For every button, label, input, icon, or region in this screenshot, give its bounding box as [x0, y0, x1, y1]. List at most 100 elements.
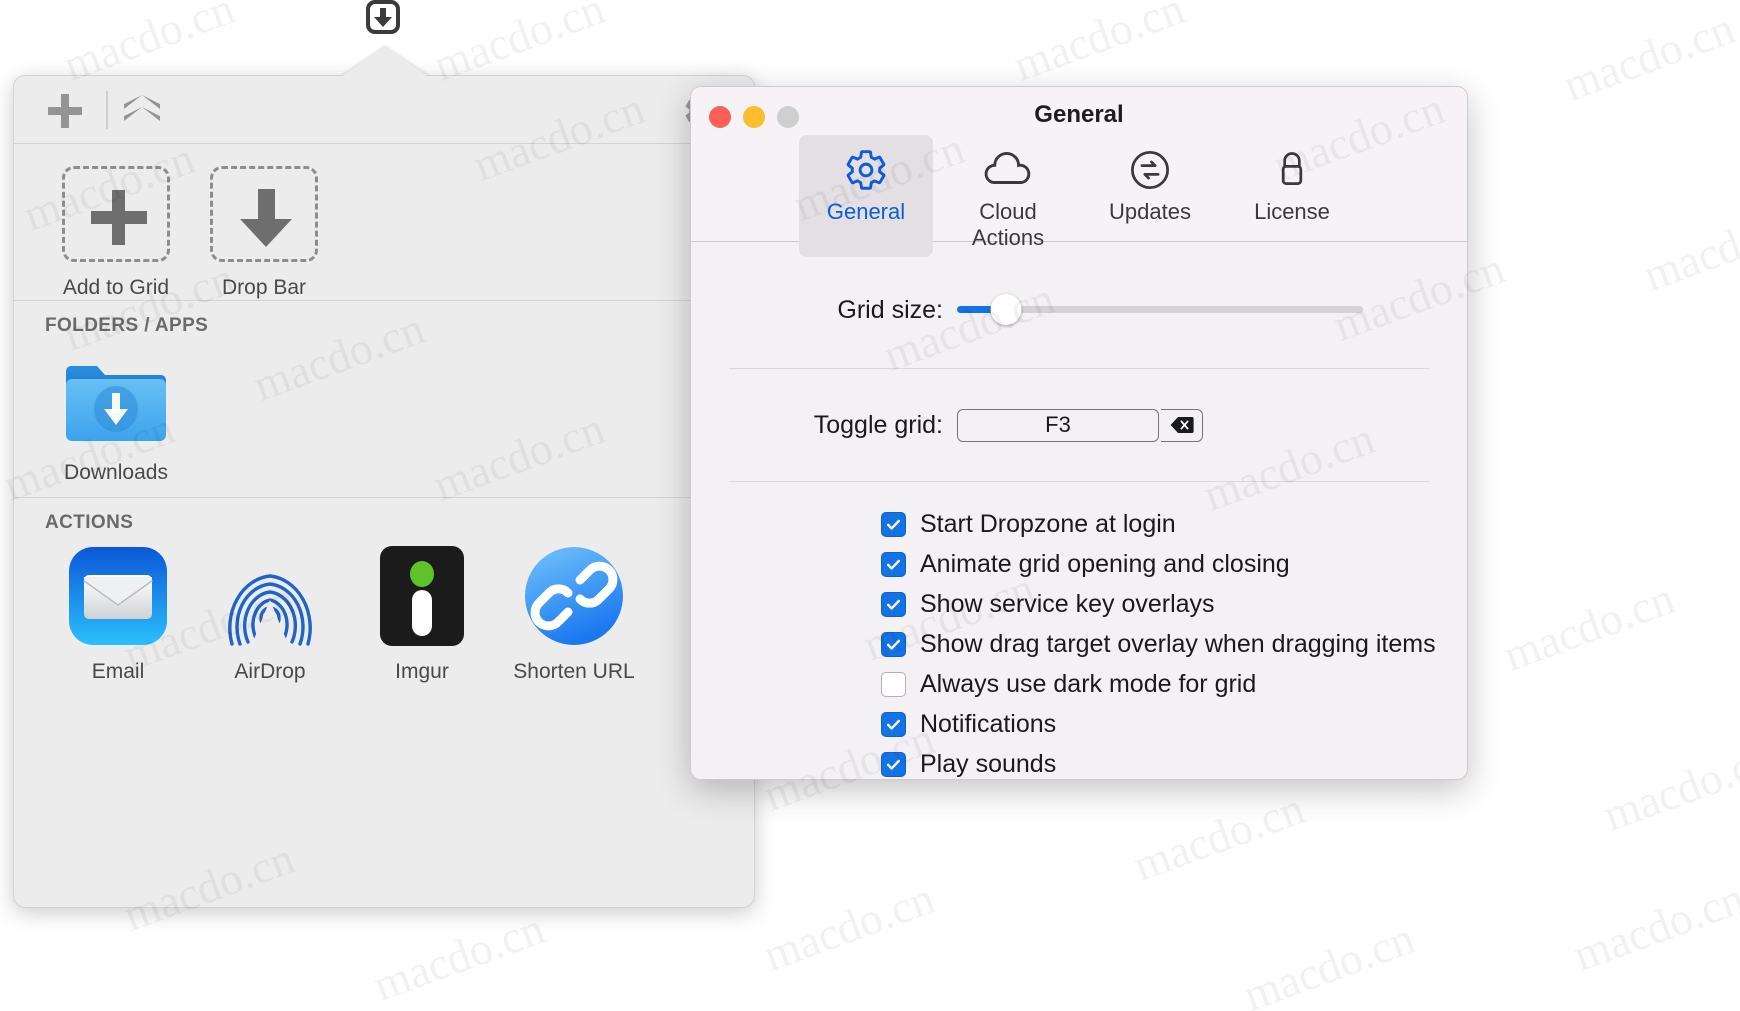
- action-item-label: AirDrop: [234, 660, 306, 683]
- watermark: macdo.cn: [1566, 872, 1740, 981]
- arrow-head: [240, 219, 292, 247]
- toggle-grid-row: Toggle grid: F3: [691, 369, 1467, 481]
- action-item-email[interactable]: Email: [42, 538, 194, 684]
- popover-toolbar: [14, 76, 754, 144]
- checkbox-row[interactable]: Show service key overlays: [881, 584, 1467, 624]
- action-item-shorten-url[interactable]: Shorten URL: [498, 538, 650, 684]
- backspace-icon: [1170, 417, 1194, 433]
- clear-shortcut-button[interactable]: [1161, 408, 1203, 442]
- checkbox-checked[interactable]: [881, 591, 906, 617]
- tab-cloud-actions[interactable]: Cloud Actions: [941, 135, 1075, 257]
- mail-envelope-icon: [66, 544, 170, 648]
- window-titlebar: General General Cloud Actions Updates Li…: [691, 87, 1467, 257]
- tab-label: Updates: [1109, 199, 1191, 224]
- shortcut-input[interactable]: F3: [957, 408, 1159, 442]
- arrow-stem: [258, 189, 275, 223]
- action-item-label: Shorten URL: [513, 660, 635, 683]
- checkmark-icon: [886, 599, 901, 610]
- checkbox-row[interactable]: Play sounds: [881, 744, 1467, 779]
- actions-section: ACTIONS Email AirDrop Imgur Shorten URL: [14, 498, 754, 684]
- refresh-circle-icon: [1083, 143, 1217, 197]
- preferences-body: Grid size: Toggle grid: F3 Start Dropzon…: [691, 242, 1467, 779]
- page-title: General: [1034, 101, 1124, 128]
- slider-thumb[interactable]: [990, 294, 1022, 325]
- checkbox-checked[interactable]: [881, 751, 906, 777]
- action-item-imgur[interactable]: Imgur: [346, 538, 498, 684]
- folders-apps-heading: FOLDERS / APPS: [45, 315, 209, 336]
- checkbox-row[interactable]: Animate grid opening and closing: [881, 544, 1467, 584]
- grid-size-slider[interactable]: [957, 294, 1363, 325]
- watermark: macdo.cn: [1556, 2, 1740, 111]
- cloud-icon: [941, 143, 1075, 197]
- checkbox-row[interactable]: Start Dropzone at login: [881, 504, 1467, 544]
- watermark: macdo.cn: [1006, 0, 1191, 91]
- watermark: macdo.cn: [1236, 912, 1421, 1011]
- checkbox-label: Animate grid opening and closing: [920, 549, 1290, 578]
- tab-label: General: [826, 199, 906, 224]
- chevron-up-icon: [124, 95, 160, 109]
- lock-icon: [1225, 143, 1359, 197]
- checkmark-icon: [886, 759, 901, 770]
- watermark: macdo.cn: [1636, 192, 1740, 301]
- folders-apps-section: FOLDERS / APPS Downloads: [14, 301, 754, 498]
- watermark: macdo.cn: [1126, 782, 1311, 891]
- airdrop-icon: [218, 544, 322, 648]
- checkbox-checked[interactable]: [881, 511, 906, 537]
- folder-item-downloads[interactable]: Downloads: [42, 343, 190, 485]
- tab-general[interactable]: General: [799, 135, 933, 257]
- checkbox-label: Start Dropzone at login: [920, 509, 1176, 538]
- folders-row: Downloads: [14, 337, 754, 497]
- checkbox-row[interactable]: Notifications: [881, 704, 1467, 744]
- checkbox-label: Play sounds: [920, 749, 1057, 778]
- watermark: macdo.cn: [756, 872, 941, 981]
- popover-pointer: [341, 47, 429, 77]
- chevron-up-icon: [124, 107, 160, 121]
- checkbox-checked[interactable]: [881, 551, 906, 577]
- preferences-window: General General Cloud Actions Updates Li…: [690, 86, 1468, 780]
- drop-target-label: Add to Grid: [62, 276, 170, 299]
- gear-icon: [799, 143, 933, 197]
- options-checklist: Start Dropzone at login Animate grid open…: [691, 482, 1467, 779]
- checkbox-row[interactable]: Always use dark mode for grid: [881, 664, 1467, 704]
- tab-license[interactable]: License: [1225, 135, 1359, 257]
- grid-size-row: Grid size:: [691, 252, 1467, 368]
- checkbox-label: Show drag target overlay when dragging i…: [920, 629, 1436, 658]
- drop-target-drop-bar[interactable]: Drop Bar: [190, 144, 338, 300]
- checkbox-row[interactable]: Show drag target overlay when dragging i…: [881, 624, 1467, 664]
- drop-targets-section: Add to Grid Drop Bar: [14, 144, 754, 301]
- checkbox-label: Show service key overlays: [920, 589, 1215, 618]
- download-arrow-icon[interactable]: [366, 0, 400, 34]
- imgur-icon: [370, 544, 474, 648]
- tab-updates[interactable]: Updates: [1083, 135, 1217, 257]
- dashed-drop-box: [210, 166, 318, 262]
- drop-target-add-to-grid[interactable]: Add to Grid: [42, 144, 190, 300]
- toolbar-divider: [106, 91, 108, 129]
- action-item-airdrop[interactable]: AirDrop: [194, 538, 346, 684]
- dashed-drop-box: [62, 166, 170, 262]
- drop-target-label: Drop Bar: [221, 276, 307, 299]
- checkmark-icon: [886, 639, 901, 650]
- checkbox-label: Always use dark mode for grid: [920, 669, 1257, 698]
- link-chain-icon: [522, 544, 626, 648]
- preferences-tabbar: General Cloud Actions Updates License: [691, 135, 1467, 257]
- checkbox-unchecked[interactable]: [881, 671, 906, 697]
- drop-targets-row: Add to Grid Drop Bar: [14, 144, 754, 300]
- folder-item-label: Downloads: [64, 461, 168, 484]
- dropzone-popover: Add to Grid Drop Bar FOLDERS / APPS Down…: [13, 75, 755, 908]
- action-item-label: Email: [91, 660, 145, 683]
- double-chevron-up-icon[interactable]: [124, 95, 160, 127]
- checkbox-checked[interactable]: [881, 711, 906, 737]
- actions-row: Email AirDrop Imgur Shorten URL: [14, 534, 754, 684]
- watermark: macdo.cn: [366, 902, 551, 1011]
- plus-icon[interactable]: [48, 94, 82, 128]
- grid-size-label: Grid size:: [837, 295, 943, 324]
- downloads-folder-icon: [60, 353, 172, 449]
- checkbox-label: Notifications: [920, 709, 1057, 738]
- action-item-label: Imgur: [395, 660, 449, 683]
- checkmark-icon: [886, 559, 901, 570]
- watermark: macdo.cn: [1596, 732, 1740, 841]
- checkmark-icon: [886, 719, 901, 730]
- watermark: macdo.cn: [1496, 572, 1681, 681]
- checkbox-checked[interactable]: [881, 631, 906, 657]
- toggle-grid-label: Toggle grid:: [813, 410, 943, 439]
